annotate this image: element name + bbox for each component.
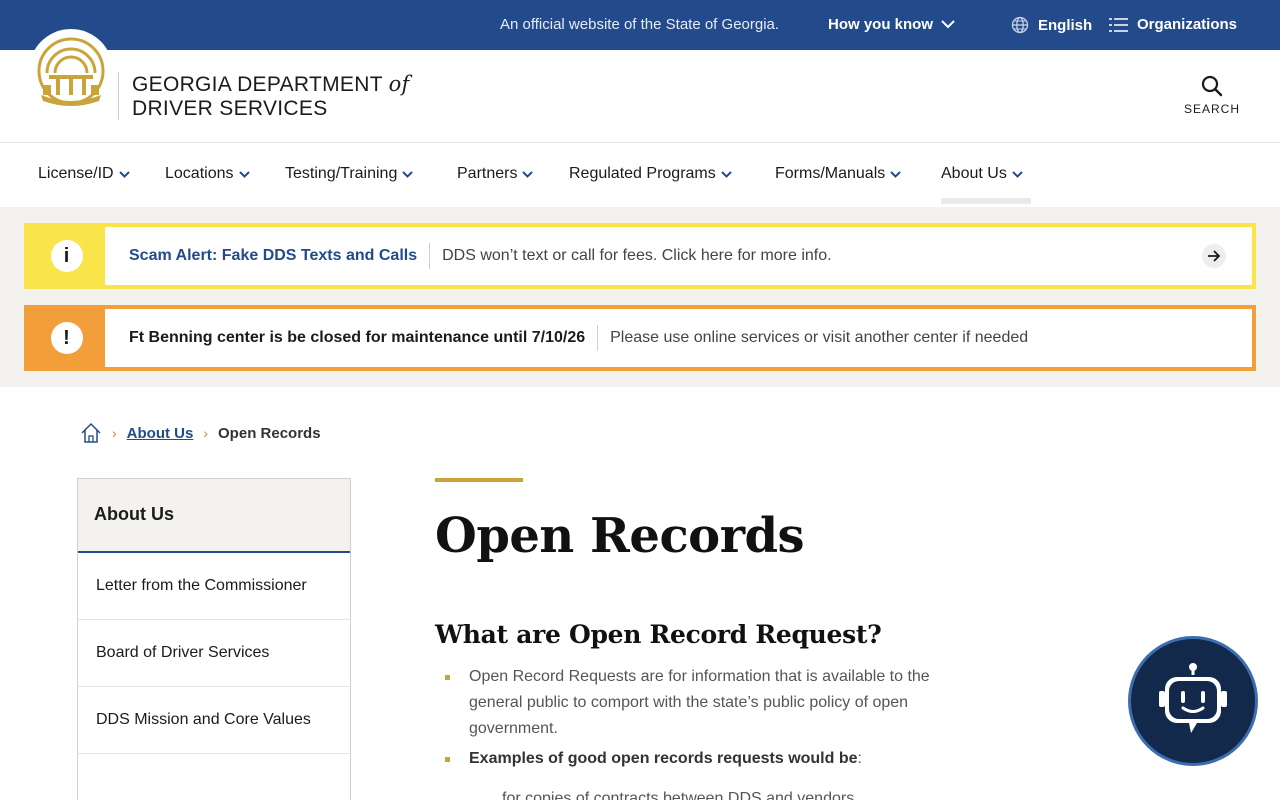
chevron-down-icon (721, 170, 732, 178)
site-name[interactable]: GEORGIA DEPARTMENT of DRIVER SERVICES (132, 72, 410, 121)
arrow-right-icon (1208, 250, 1221, 262)
brand-divider (118, 72, 119, 120)
chevron-right-icon: › (112, 425, 117, 441)
how-you-know-toggle[interactable]: How you know (828, 16, 955, 33)
scam-alert-banner[interactable]: i Scam Alert: Fake DDS Texts and Calls D… (24, 223, 1256, 289)
home-icon[interactable] (80, 422, 102, 444)
alert-title: Scam Alert: Fake DDS Texts and Calls (129, 243, 431, 269)
globe-icon (1011, 16, 1029, 34)
list-item: Examples of good open records requests w… (445, 746, 965, 772)
nav-item-about-us[interactable]: About Us (941, 165, 1023, 183)
chevron-down-icon (118, 170, 130, 178)
alert-title: Ft Benning center is be closed for maint… (129, 325, 599, 351)
list-item-text: Open Record Requests are for information… (469, 668, 930, 737)
list-item-punct: : (857, 750, 862, 767)
section-heading: What are Open Record Request? (435, 620, 882, 649)
chevron-down-icon (890, 170, 901, 178)
closure-alert-banner: ! Ft Benning center is be closed for mai… (24, 305, 1256, 371)
sidenav-item-mission-core-values[interactable]: DDS Mission and Core Values (78, 687, 350, 754)
nav-label: Partners (457, 165, 518, 182)
nav-label: Testing/Training (285, 165, 398, 182)
state-seal-icon (37, 37, 105, 106)
list-item: Open Record Requests are for information… (445, 664, 965, 742)
nav-item-testing-training[interactable]: Testing/Training (285, 165, 414, 183)
brand-line-2: DRIVER SERVICES (132, 97, 328, 120)
site-header: GEORGIA DEPARTMENT of DRIVER SERVICES SE… (0, 29, 1280, 143)
chevron-down-icon (238, 170, 250, 178)
section-sidenav: About Us Letter from the Commissioner Bo… (77, 478, 351, 800)
nav-item-regulated-programs[interactable]: Regulated Programs (569, 165, 732, 183)
nav-item-forms-manuals[interactable]: Forms/Manuals (775, 165, 901, 183)
page-title: Open Records (435, 508, 805, 564)
bullet-marker (445, 757, 450, 762)
bullet-marker (445, 675, 450, 680)
alert-icon-box: i (28, 227, 105, 285)
breadcrumb-current: Open Records (218, 424, 321, 442)
chevron-down-icon (1012, 170, 1023, 178)
sidenav-item-board-of-driver-services[interactable]: Board of Driver Services (78, 620, 350, 687)
official-banner: An official website of the State of Geor… (0, 0, 1280, 50)
sub-list-item: for copies of contracts between DDS and … (502, 790, 855, 800)
chatbot-button[interactable] (1128, 636, 1258, 766)
list-icon (1109, 17, 1128, 32)
nav-label: Regulated Programs (569, 165, 716, 182)
chevron-down-icon (522, 170, 534, 178)
alerts-region: i Scam Alert: Fake DDS Texts and Calls D… (0, 207, 1280, 387)
sidenav-heading: About Us (78, 479, 350, 553)
language-label: English (1038, 16, 1093, 34)
georgia-seal-logo[interactable] (29, 29, 113, 113)
title-accent-rule (435, 478, 523, 482)
alert-message: Please use online services or visit anot… (610, 329, 1029, 346)
search-icon (1201, 75, 1223, 97)
organizations-link[interactable]: Organizations (1109, 16, 1237, 33)
search-button[interactable]: SEARCH (1180, 74, 1244, 116)
nav-label: Forms/Manuals (775, 165, 886, 182)
robot-icon (1159, 663, 1227, 733)
breadcrumb-link-about-us[interactable]: About Us (127, 425, 194, 442)
content-list: Open Record Requests are for information… (445, 664, 965, 776)
info-icon: i (50, 240, 83, 272)
organizations-label: Organizations (1137, 16, 1238, 33)
alert-icon-box: ! (28, 309, 105, 367)
warning-icon: ! (50, 322, 83, 354)
official-site-text: An official website of the State of Geor… (500, 16, 780, 33)
nav-item-locations[interactable]: Locations (165, 165, 250, 183)
nav-label: Locations (165, 165, 234, 182)
alert-message: DDS won’t text or call for fees. Click h… (442, 247, 832, 264)
alert-arrow-button[interactable] (1202, 244, 1226, 268)
list-item-strong-text: Examples of good open records requests w… (469, 750, 858, 767)
brand-of: of (388, 72, 410, 96)
nav-item-license-id[interactable]: License/ID (38, 165, 130, 183)
brand-line-1: GEORGIA DEPARTMENT (132, 73, 383, 96)
breadcrumb: › About Us › Open Records (80, 422, 321, 444)
chevron-down-icon (402, 170, 414, 178)
nav-label: About Us (941, 165, 1007, 182)
chevron-down-icon (941, 20, 955, 29)
nav-item-partners[interactable]: Partners (457, 165, 534, 183)
active-nav-indicator (941, 198, 1031, 204)
main-nav: License/ID Locations Testing/Training Pa… (0, 143, 1280, 207)
language-selector[interactable]: English (1011, 16, 1092, 34)
nav-label: License/ID (38, 165, 114, 182)
chevron-right-icon: › (203, 425, 209, 441)
how-you-know-label: How you know (828, 16, 933, 33)
sidenav-item-letter-from-commissioner[interactable]: Letter from the Commissioner (78, 553, 350, 620)
search-label: SEARCH (1183, 102, 1240, 116)
